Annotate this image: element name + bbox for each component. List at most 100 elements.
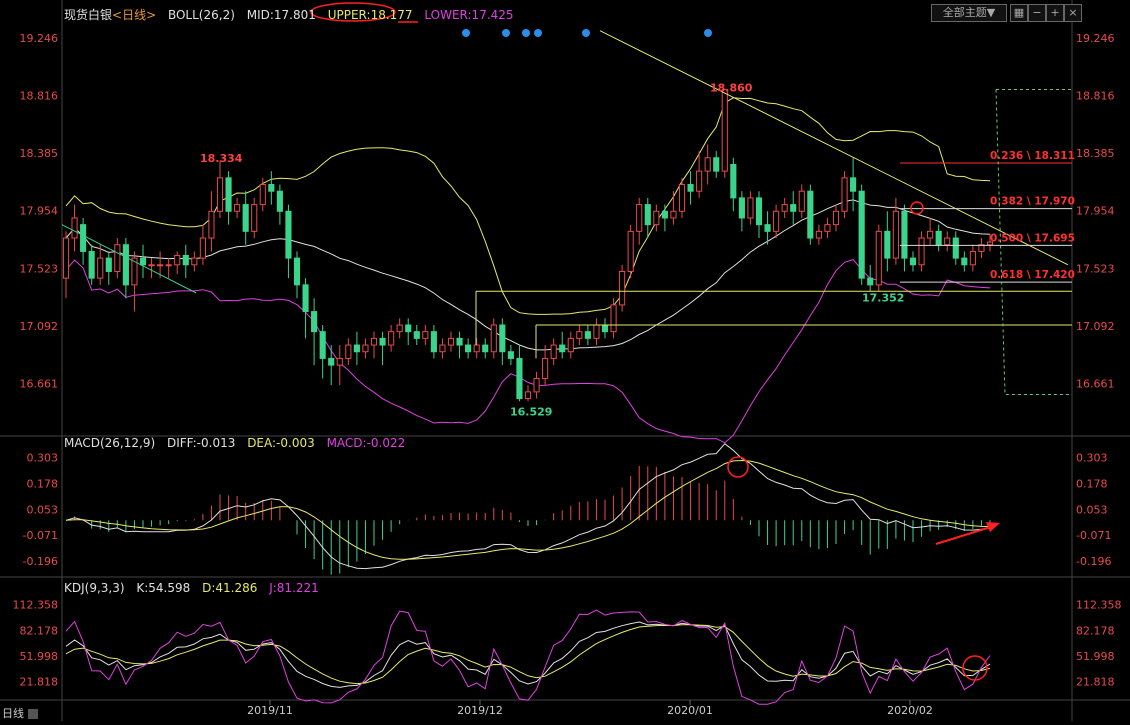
candle-body (122, 244, 129, 286)
candle (182, 244, 189, 279)
candle (790, 191, 797, 225)
period-selector[interactable]: 日线 (2, 705, 38, 721)
candle (807, 184, 814, 245)
macd-dea: DEA:-0.003 (247, 436, 315, 450)
candle (379, 331, 386, 366)
macd-tick-right: 0.053 (1076, 503, 1108, 516)
candle (71, 204, 78, 252)
price-tick-right: 16.661 (1076, 378, 1115, 391)
kdj-tick-right: 51.998 (1076, 650, 1115, 663)
candle-body (610, 304, 617, 333)
candle-body (550, 344, 557, 359)
candle (293, 251, 301, 299)
highlight-circle-macd (727, 456, 749, 478)
kdj-tick-right: 112.358 (1076, 599, 1122, 612)
signal-marker (462, 29, 470, 37)
candle-body (251, 204, 258, 232)
candle-body (396, 324, 403, 333)
candle (832, 204, 840, 232)
candle (773, 204, 780, 239)
candle (336, 345, 343, 386)
candle-body (884, 230, 891, 259)
arrow-shaft (935, 525, 995, 545)
price-tick-right: 19.246 (1076, 32, 1115, 45)
kdj-j-line (65, 609, 991, 705)
candle (644, 197, 651, 239)
candle (422, 324, 429, 346)
candle (978, 238, 985, 259)
candle (311, 298, 318, 366)
candle (704, 144, 711, 185)
candle (593, 318, 600, 346)
candle (935, 224, 942, 252)
candle (653, 204, 660, 232)
macd-tick-left: -0.071 (23, 529, 58, 542)
boll-lower: LOWER:17.425 (424, 8, 514, 22)
candle-body (268, 184, 275, 192)
macd-value: MACD:-0.022 (326, 436, 406, 450)
kdj-tick-left: 82.178 (20, 624, 59, 637)
candle-body (764, 224, 771, 232)
boll-upper: UPPER:18.177 (327, 8, 413, 22)
candle-body (439, 344, 446, 353)
candle-body (576, 331, 583, 339)
candle (969, 244, 976, 272)
down-trendline (599, 30, 1069, 266)
candle-body (738, 197, 745, 219)
candle (319, 324, 326, 379)
candle (550, 338, 557, 366)
candle-body (524, 391, 532, 400)
boll-upper-line (65, 97, 991, 315)
plus-icon[interactable]: + (1046, 4, 1064, 22)
chart-svg[interactable]: 19.246 19.246 18.816 18.816 18.385 18.385 17.9… (0, 0, 1130, 721)
candle-body (447, 337, 455, 346)
candle (370, 331, 378, 359)
price-tick-left: 17.092 (20, 320, 59, 333)
candle (447, 331, 455, 352)
candle (815, 224, 822, 245)
grid-icon[interactable]: ▦ (1010, 4, 1028, 22)
candle (747, 191, 754, 225)
candle-body (413, 331, 420, 339)
price-tick-left: 16.661 (20, 378, 59, 391)
candle (396, 318, 403, 339)
macd-tick-left: 0.178 (27, 477, 59, 490)
price-tick-right: 17.954 (1076, 205, 1115, 218)
kdj-tick-left: 51.998 (20, 650, 59, 663)
candle-body (584, 331, 591, 339)
candle (721, 89, 728, 178)
candle-body (678, 184, 686, 212)
candle (490, 318, 497, 359)
candle-body (422, 331, 429, 339)
theme-dropdown-button[interactable]: 全部主题▼ (931, 4, 1007, 22)
candle (208, 191, 215, 252)
annotation-high-1: 18.334 (200, 152, 243, 165)
candle-body (191, 257, 198, 266)
candle-body (619, 270, 626, 306)
candle-body (293, 257, 301, 286)
candle-body (157, 264, 164, 267)
annotation-low-2: 17.352 (862, 291, 904, 304)
kdj-tick-right: 21.818 (1076, 675, 1115, 688)
kdj-tick-left: 112.358 (13, 599, 59, 612)
period-selector-label: 日线 (2, 707, 24, 720)
candle (242, 191, 249, 245)
candle-body (969, 250, 976, 266)
candle (610, 298, 617, 339)
candle (105, 251, 112, 285)
candle (636, 197, 643, 245)
candle-body (644, 204, 651, 226)
close-icon[interactable]: × (1064, 4, 1082, 22)
candle-body (465, 344, 472, 353)
candle (927, 217, 934, 245)
candle-body (71, 217, 78, 239)
candle-body (234, 204, 241, 212)
candle-body (507, 351, 514, 359)
x-axis-label: 2019/11 (247, 704, 293, 717)
candle-body (336, 357, 343, 366)
minus-icon[interactable]: − (1028, 4, 1046, 22)
chart-stage[interactable]: 19.246 19.246 18.816 18.816 18.385 18.385 17.9… (0, 0, 1130, 721)
candle (465, 338, 472, 359)
candle (276, 184, 283, 225)
candle (88, 244, 95, 285)
